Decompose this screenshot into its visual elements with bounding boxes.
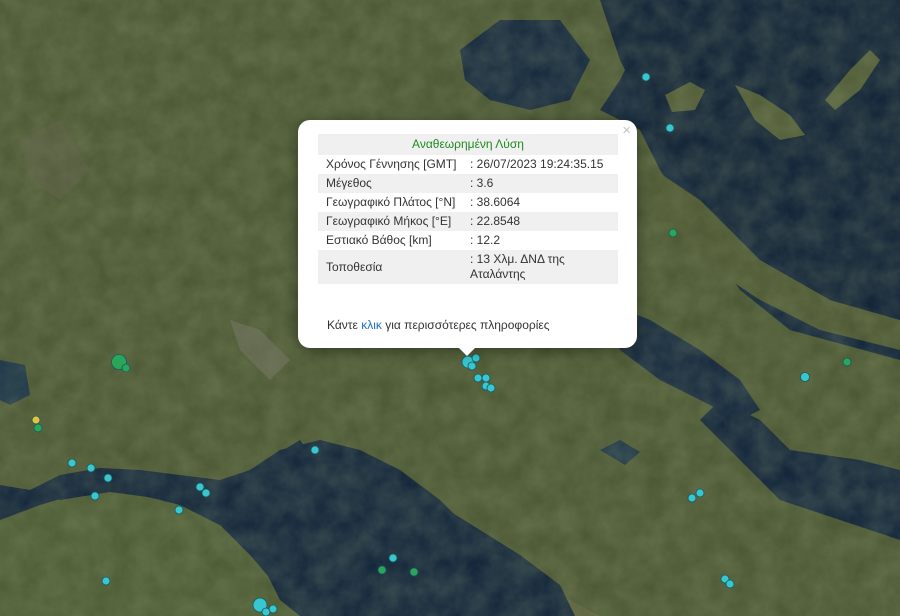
quake-marker[interactable] [687,493,697,503]
detail-label: Μέγεθος [318,174,464,193]
quake-marker[interactable] [668,228,678,238]
quake-marker[interactable] [409,567,419,577]
detail-label: Τοποθεσία [318,250,464,284]
quake-marker[interactable] [842,357,852,367]
quake-marker[interactable] [121,363,131,373]
popup-footer: Κάντε κλικ για περισσότερες πληροφορίες [327,318,550,332]
quake-marker[interactable] [195,482,205,492]
detail-row: Τοποθεσία : 13 Χλμ. ΔΝΔ της Αταλάντης [318,250,618,284]
quake-marker[interactable] [201,488,211,498]
quake-marker[interactable] [310,445,320,455]
quake-marker[interactable] [725,579,735,589]
detail-value: : 12.2 [470,233,501,247]
quake-marker[interactable] [33,423,43,433]
quake-marker[interactable] [665,123,675,133]
quake-marker[interactable] [86,463,96,473]
more-info-link[interactable]: κλικ [361,318,382,332]
quake-marker[interactable] [481,373,491,383]
footer-text-post: για περισσότερες πληροφορίες [381,318,550,332]
quake-marker[interactable] [388,553,398,563]
quake-marker[interactable] [486,383,496,393]
popup-tip [457,346,477,356]
detail-row: Γεωγραφικό Μήκος [°E] : 22.8548 [318,212,618,231]
quake-marker[interactable] [473,373,483,383]
quake-marker[interactable] [261,607,271,616]
popup-header: Αναθεωρημένη Λύση [318,134,618,155]
detail-value: : 22.8548 [464,212,618,231]
detail-value: : 38.6064 [470,195,521,209]
quake-marker[interactable] [101,576,111,586]
quake-marker[interactable] [377,565,387,575]
earthquake-popup: × Αναθεωρημένη Λύση Χρόνος Γέννησης [GMT… [298,120,637,348]
detail-row: Γεωγραφικό Πλάτος [°N] : 38.6064 [318,193,618,212]
quake-marker[interactable] [467,361,477,371]
close-icon[interactable]: × [622,123,631,139]
quake-marker[interactable] [103,473,113,483]
detail-label: Γεωγραφικό Μήκος [°E] [318,212,464,231]
quake-marker[interactable] [67,458,77,468]
quake-marker[interactable] [90,491,100,501]
detail-label: Γεωγραφικό Πλάτος [°N] [326,195,456,209]
detail-row: Εστιακό Βάθος [km] : 12.2 [318,231,618,250]
detail-row: Μέγεθος : 3.6 [318,174,618,193]
detail-row: Χρόνος Γέννησης [GMT] : 26/07/2023 19:24… [318,155,618,174]
detail-value: : 26/07/2023 19:24:35.15 [470,157,604,171]
quake-marker[interactable] [641,72,651,82]
earthquake-details-table: Αναθεωρημένη Λύση Χρόνος Γέννησης [GMT] … [318,134,618,284]
detail-label: Χρόνος Γέννησης [GMT] [326,157,457,171]
quake-marker[interactable] [695,488,705,498]
popup-header-row: Αναθεωρημένη Λύση [318,134,618,155]
detail-value: : 13 Χλμ. ΔΝΔ της Αταλάντης [464,250,618,284]
quake-marker[interactable] [800,372,810,382]
detail-label: Εστιακό Βάθος [km] [326,233,432,247]
footer-text-pre: Κάντε [327,318,362,332]
detail-value: : 3.6 [464,174,618,193]
quake-marker[interactable] [31,415,41,425]
quake-marker[interactable] [174,505,184,515]
